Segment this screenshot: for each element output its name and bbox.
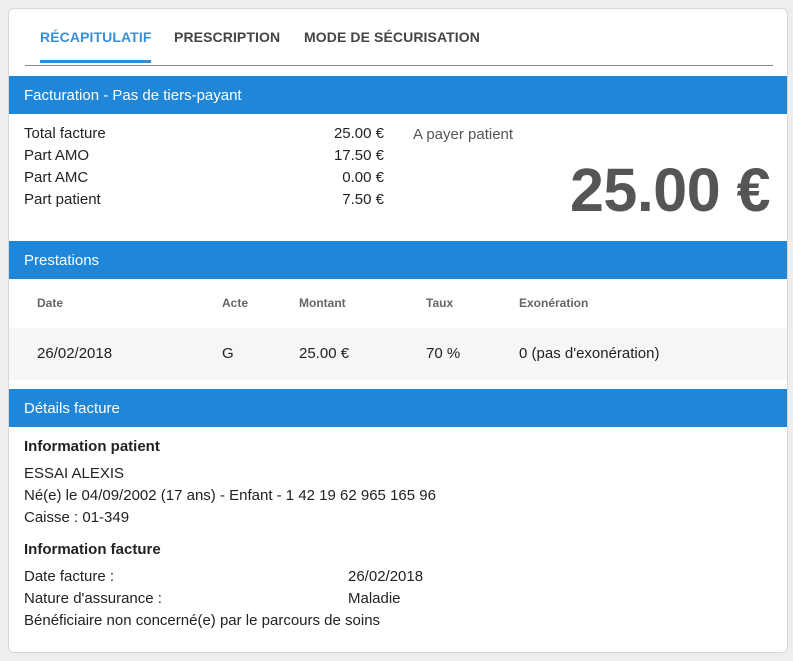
- column-header-exoneration: Exonération: [519, 296, 589, 310]
- column-header-taux: Taux: [426, 296, 454, 310]
- care-path-status: Bénéficiaire non concerné(e) par le parc…: [24, 612, 381, 629]
- billing-section-header: Facturation - Pas de tiers-payant: [9, 76, 787, 114]
- patient-name: ESSAI ALEXIS: [24, 465, 125, 482]
- tab-prescription[interactable]: PRESCRIPTION: [174, 29, 280, 63]
- pay-patient-label: A payer patient: [413, 126, 514, 143]
- tab-mode-securisation[interactable]: MODE DE SÉCURISATION: [304, 29, 480, 63]
- cell-acte: G: [222, 345, 234, 362]
- prestations-section-header: Prestations: [9, 241, 787, 279]
- pay-patient-amount: 25.00 €: [569, 156, 771, 224]
- billing-row-value: 25.00 €: [333, 125, 384, 142]
- cell-montant: 25.00 €: [299, 345, 350, 362]
- billing-row-value: 17.50 €: [333, 147, 384, 164]
- patient-info-heading: Information patient: [24, 438, 160, 455]
- billing-row-amc: Part AMC 0.00 €: [24, 169, 384, 191]
- invoice-date-label: Date facture :: [24, 568, 115, 585]
- billing-row-label: Part AMO: [24, 147, 90, 164]
- tab-bar: RÉCAPITULATIF PRESCRIPTION MODE DE SÉCUR…: [25, 9, 773, 66]
- billing-row-patient: Part patient 7.50 €: [24, 191, 384, 213]
- invoice-date-value: 26/02/2018: [348, 568, 424, 585]
- billing-row-total: Total facture 25.00 €: [24, 125, 384, 147]
- billing-row-label: Total facture: [24, 125, 106, 142]
- tab-recapitulatif[interactable]: RÉCAPITULATIF: [40, 29, 152, 63]
- billing-row-label: Part AMC: [24, 169, 89, 186]
- table-row: [9, 328, 787, 380]
- cell-exoneration: 0 (pas d'exonération): [519, 345, 660, 362]
- details-section-header: Détails facture: [9, 389, 787, 427]
- insurance-type-value: Maladie: [348, 590, 401, 607]
- billing-row-label: Part patient: [24, 191, 101, 208]
- cell-date: 26/02/2018: [37, 345, 113, 362]
- cell-taux: 70 %: [426, 345, 461, 362]
- patient-birth-info: Né(e) le 04/09/2002 (17 ans) - Enfant - …: [24, 487, 436, 504]
- billing-row-value: 0.00 €: [342, 169, 384, 186]
- billing-row-value: 7.50 €: [342, 191, 384, 208]
- insurance-type-label: Nature d'assurance :: [24, 590, 162, 607]
- invoice-summary-card: RÉCAPITULATIF PRESCRIPTION MODE DE SÉCUR…: [8, 8, 788, 653]
- column-header-acte: Acte: [222, 296, 249, 310]
- invoice-info-heading: Information facture: [24, 541, 161, 558]
- billing-row-amo: Part AMO 17.50 €: [24, 147, 384, 169]
- patient-caisse: Caisse : 01-349: [24, 509, 130, 526]
- column-header-date: Date: [37, 296, 64, 310]
- column-header-montant: Montant: [299, 296, 346, 310]
